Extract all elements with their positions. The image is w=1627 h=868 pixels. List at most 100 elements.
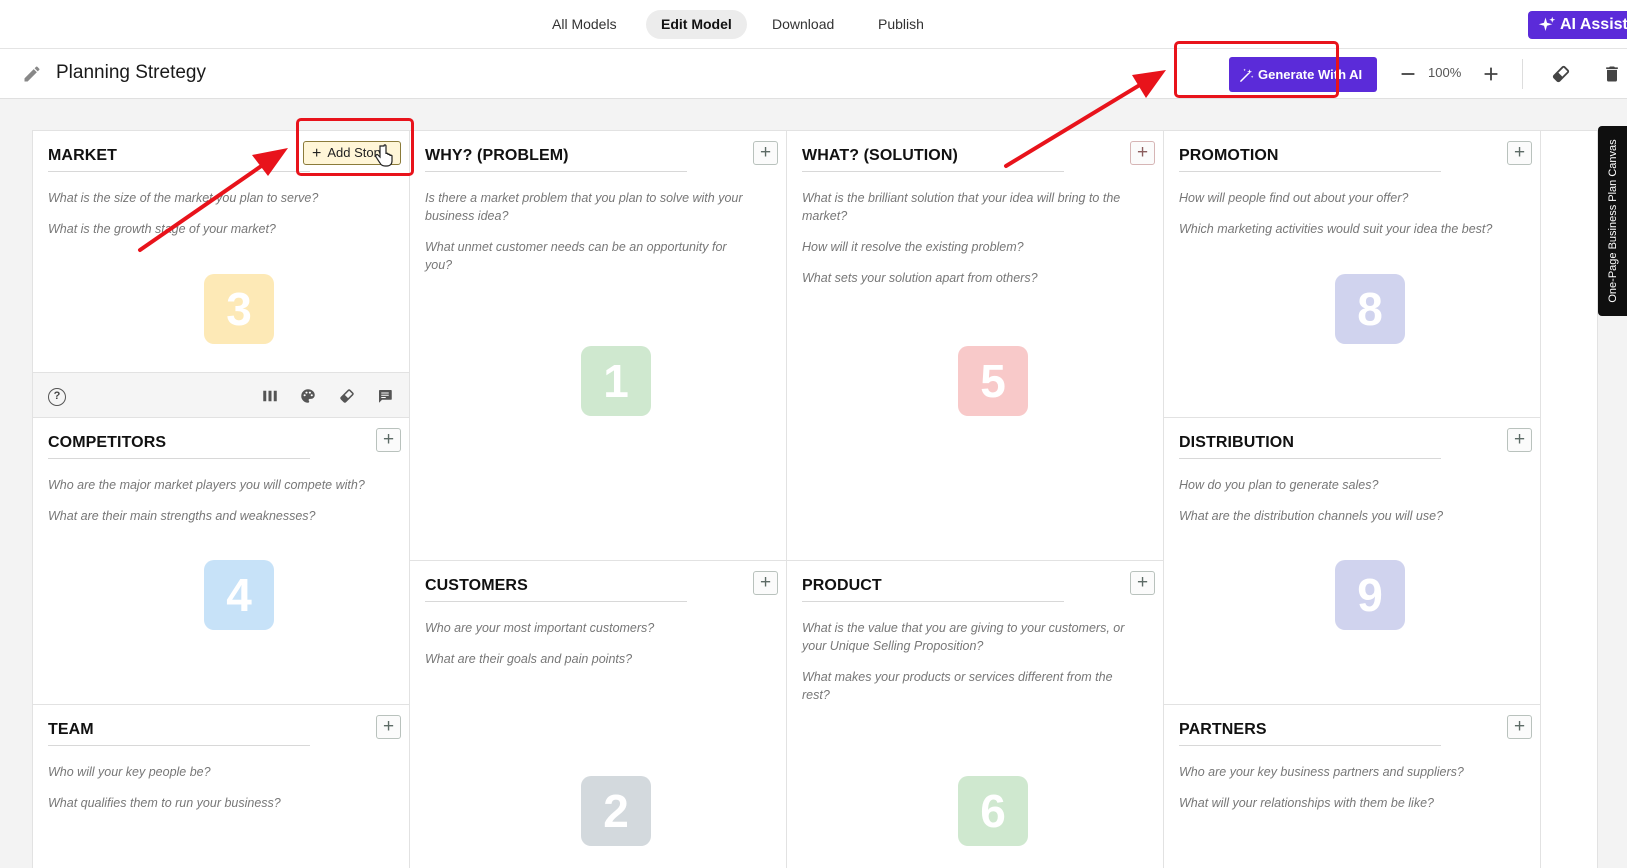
cell-title: PROMOTION (1179, 147, 1279, 164)
prompt-text: How do you plan to generate sales? (1179, 478, 1379, 492)
cell-customers[interactable]: CUSTOMERS + Who are your most important … (410, 561, 787, 868)
prompt-text: How will it resolve the existing problem… (802, 240, 1024, 254)
side-tab-label: One-Page Business Plan Canvas (1606, 139, 1619, 303)
sparkle-icon (1538, 16, 1556, 31)
add-story-button[interactable]: + (376, 428, 401, 452)
prompt-text: Who are your key business partners and s… (1179, 765, 1464, 779)
cell-prompts: Who are your key business partners and s… (1179, 763, 1509, 825)
title-divider (1179, 171, 1441, 172)
business-canvas-board: MARKET + Add Story What is the size of th… (32, 130, 1598, 868)
app-root: All Models Edit Model Download Publish A… (0, 0, 1627, 868)
add-story-button[interactable]: + (1507, 715, 1532, 739)
top-nav: All Models Edit Model Download Publish A… (0, 0, 1627, 49)
cell-toolbar: ? (33, 372, 409, 417)
title-divider (1179, 745, 1441, 746)
cell-title: PRODUCT (802, 577, 882, 594)
tab-publish[interactable]: Publish (863, 10, 939, 39)
cell-market[interactable]: MARKET + Add Story What is the size of th… (33, 131, 410, 418)
add-story-button[interactable]: + (753, 141, 778, 165)
eraser-icon[interactable] (1550, 63, 1572, 85)
cell-prompts: How will people find out about your offe… (1179, 189, 1509, 251)
cell-title: WHAT? (SOLUTION) (802, 147, 958, 164)
comment-icon[interactable] (376, 387, 394, 405)
zoom-in-icon[interactable] (1480, 63, 1502, 85)
magic-wand-icon (1240, 68, 1254, 82)
ai-assist-button[interactable]: AI Assist (1528, 11, 1627, 39)
cell-partners[interactable]: PARTNERS + Who are your key business par… (1164, 705, 1541, 868)
cell-prompts: What is the size of the market you plan … (48, 189, 378, 251)
add-story-button[interactable]: + (1507, 428, 1532, 452)
toolbar: Planning Stretegy Generate With AI 100% (0, 49, 1627, 99)
cell-prompts: Who will your key people be? What qualif… (48, 763, 378, 825)
title-divider (802, 171, 1064, 172)
cell-prompts: How do you plan to generate sales? What … (1179, 476, 1509, 538)
prompt-text: Who are the major market players you wil… (48, 478, 365, 492)
canvas-type-side-tab[interactable]: One-Page Business Plan Canvas (1598, 126, 1627, 316)
prompt-text: What are their goals and pain points? (425, 652, 633, 666)
zoom-out-icon[interactable] (1397, 63, 1419, 85)
title-divider (1179, 458, 1441, 459)
prompt-text: What are their main strengths and weakne… (48, 509, 316, 523)
cell-distribution[interactable]: DISTRIBUTION + How do you plan to genera… (1164, 418, 1541, 705)
prompt-text: What sets your solution apart from other… (802, 271, 1038, 285)
cell-solution[interactable]: WHAT? (SOLUTION) + What is the brilliant… (787, 131, 1164, 561)
ai-assist-label: AI Assist (1560, 16, 1627, 33)
cell-competitors[interactable]: COMPETITORS + Who are the major market p… (33, 418, 410, 705)
page-title[interactable]: Planning Stretegy (56, 62, 206, 84)
generate-with-ai-label: Generate With AI (1258, 67, 1363, 82)
add-story-button[interactable]: + (1130, 571, 1155, 595)
cell-number-badge: 8 (1335, 274, 1405, 344)
title-divider (48, 458, 310, 459)
add-story-button[interactable]: + (753, 571, 778, 595)
eraser-icon[interactable] (338, 387, 356, 405)
help-icon[interactable]: ? (48, 388, 66, 406)
cell-title: TEAM (48, 721, 94, 738)
cell-team[interactable]: TEAM + Who will your key people be? What… (33, 705, 410, 868)
add-story-button[interactable]: + (1130, 141, 1155, 165)
title-divider (425, 601, 687, 602)
title-divider (48, 745, 310, 746)
cell-title: DISTRIBUTION (1179, 434, 1294, 451)
cell-title: CUSTOMERS (425, 577, 528, 594)
cell-number-badge: 9 (1335, 560, 1405, 630)
canvas-area: MARKET + Add Story What is the size of th… (0, 99, 1627, 868)
prompt-text: Who are your most important customers? (425, 621, 655, 635)
trash-icon[interactable] (1602, 63, 1622, 85)
prompt-text: What makes your products or services dif… (802, 670, 1113, 702)
prompt-text: What is the brilliant solution that your… (802, 191, 1121, 223)
cell-number-badge: 2 (581, 776, 651, 846)
cell-prompts: What is the value that you are giving to… (802, 619, 1132, 717)
tab-download[interactable]: Download (757, 10, 849, 39)
add-story-button[interactable]: + (376, 715, 401, 739)
prompt-text: What is the value that you are giving to… (802, 621, 1125, 653)
cell-number-badge: 5 (958, 346, 1028, 416)
cell-promotion[interactable]: PROMOTION + How will people find out abo… (1164, 131, 1541, 418)
cell-number-badge: 4 (204, 560, 274, 630)
cell-title: MARKET (48, 147, 118, 164)
cell-title: WHY? (PROBLEM) (425, 147, 569, 164)
generate-with-ai-button[interactable]: Generate With AI (1229, 57, 1377, 92)
title-divider (802, 601, 1064, 602)
prompt-text: What is the growth stage of your market? (48, 222, 276, 236)
cell-title: COMPETITORS (48, 434, 167, 451)
palette-icon[interactable] (299, 387, 317, 405)
tab-edit-model[interactable]: Edit Model (646, 10, 747, 39)
add-story-button[interactable]: + (1507, 141, 1532, 165)
prompt-text: What qualifies them to run your business… (48, 796, 281, 810)
cell-prompts: Who are your most important customers? W… (425, 619, 755, 681)
prompt-text: Is there a market problem that you plan … (425, 191, 743, 223)
columns-icon[interactable] (261, 387, 279, 405)
pencil-icon[interactable] (22, 64, 42, 84)
tab-all-models[interactable]: All Models (537, 10, 632, 39)
prompt-text: What are the distribution channels you w… (1179, 509, 1444, 523)
cell-product[interactable]: PRODUCT + What is the value that you are… (787, 561, 1164, 868)
hand-cursor-icon (375, 144, 393, 167)
cell-problem[interactable]: WHY? (PROBLEM) + Is there a market probl… (410, 131, 787, 561)
title-divider (48, 171, 310, 172)
zoom-level: 100% (1428, 65, 1462, 80)
prompt-text: How will people find out about your offe… (1179, 191, 1409, 205)
cell-number-badge: 3 (204, 274, 274, 344)
prompt-text: What will your relationships with them b… (1179, 796, 1434, 810)
cell-prompts: What is the brilliant solution that your… (802, 189, 1132, 300)
prompt-text: What unmet customer needs can be an oppo… (425, 240, 727, 272)
